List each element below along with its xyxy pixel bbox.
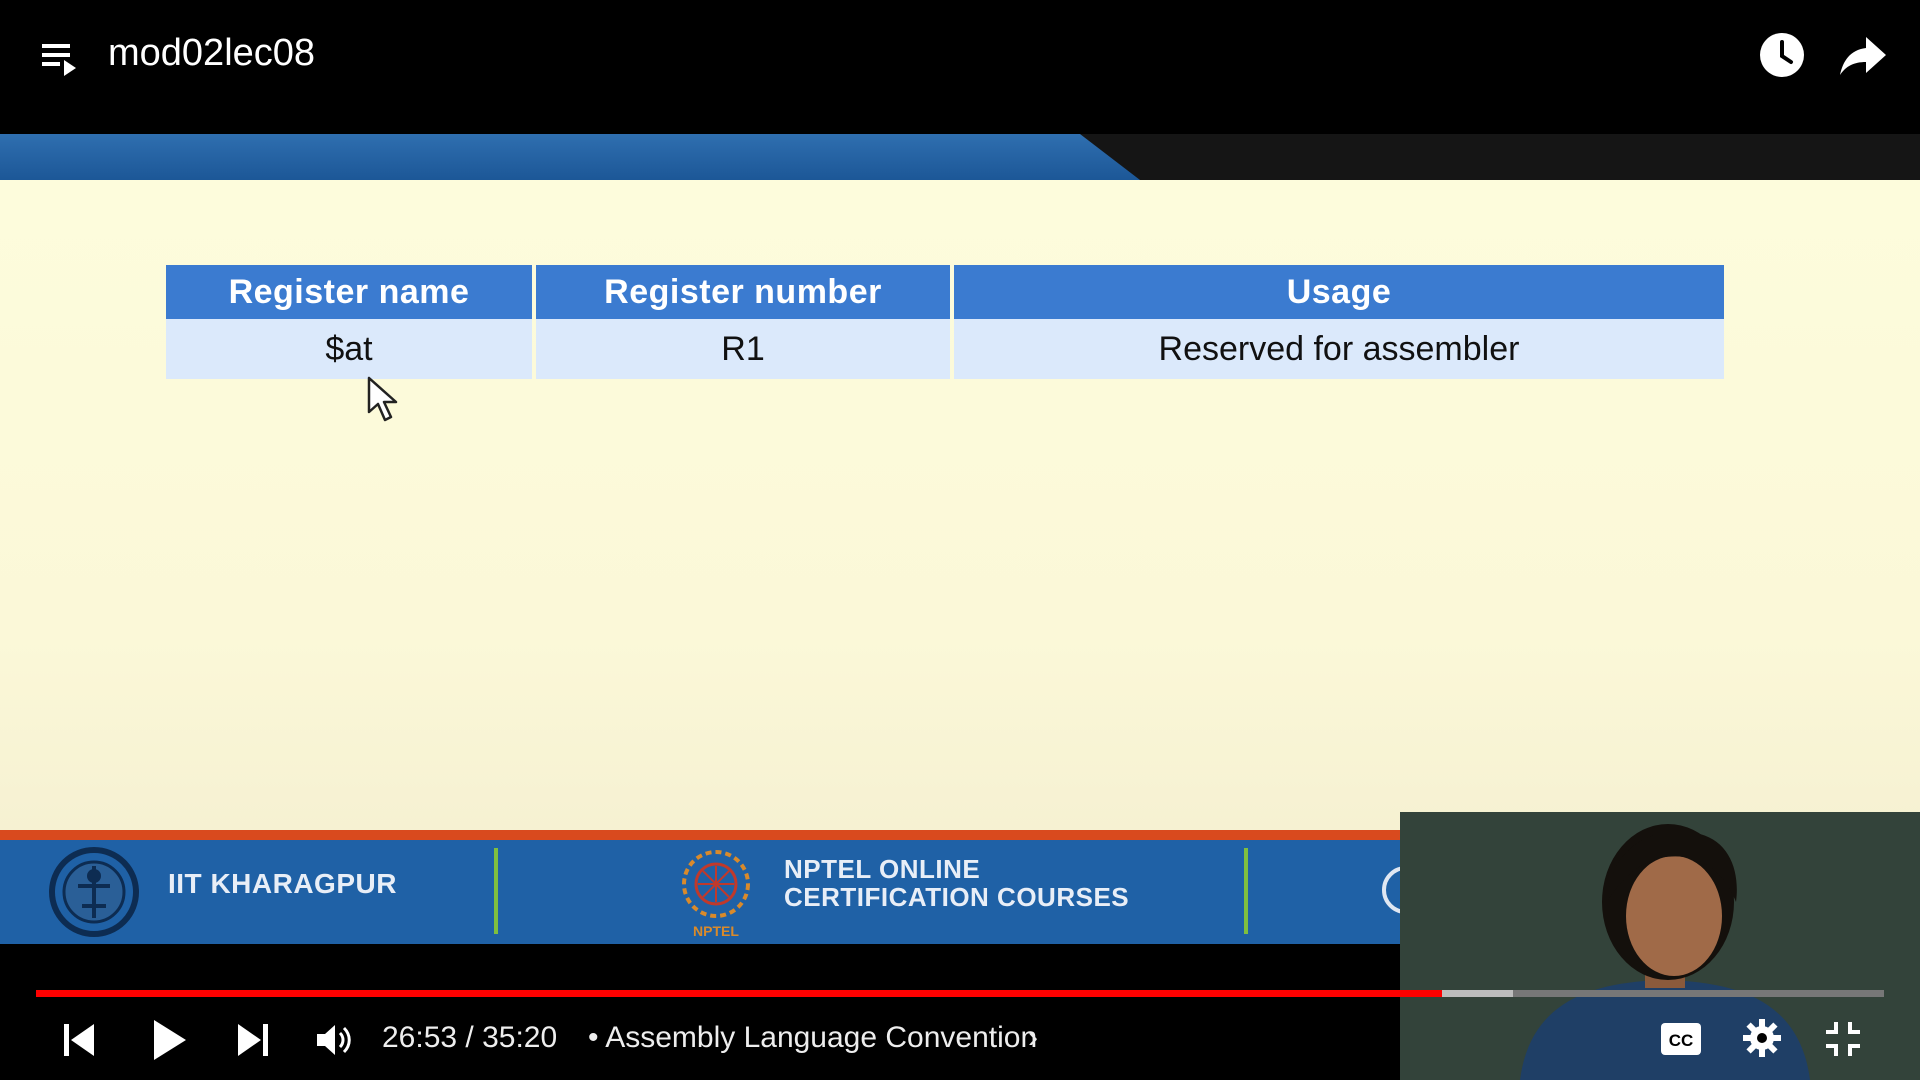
slide-header-bar [0, 134, 1920, 180]
clock-icon[interactable] [1758, 31, 1806, 79]
chapter-title: Assembly Language Convention [605, 1021, 1038, 1054]
footer-divider [494, 848, 498, 934]
chapter-separator: • [588, 1021, 599, 1054]
video-title[interactable]: mod02lec08 [108, 30, 315, 76]
volume-icon[interactable] [314, 1020, 354, 1060]
nptel-title-line2: CERTIFICATION COURSES [784, 882, 1130, 912]
table-row: $at R1 Reserved for assembler [166, 319, 1724, 379]
time-display: 26:53 / 35:20 [382, 1021, 558, 1054]
footer-divider [1244, 848, 1248, 934]
cell-usage: Reserved for assembler [954, 319, 1724, 379]
progress-played [36, 990, 1442, 997]
player-top-bar: mod02lec08 [0, 0, 1920, 130]
svg-text:CC: CC [1669, 1031, 1694, 1050]
table-header-row: Register name Register number Usage [166, 265, 1724, 319]
institute-label: IIT KHARAGPUR [168, 868, 397, 899]
skip-previous-icon[interactable] [62, 1020, 96, 1060]
nptel-logo-icon: NPTEL [682, 850, 750, 939]
skip-next-icon[interactable] [236, 1020, 270, 1060]
iit-kharagpur-logo-icon [49, 847, 139, 937]
column-header-register-name: Register name [166, 265, 532, 319]
exit-fullscreen-icon[interactable] [1824, 1020, 1862, 1058]
column-header-register-number: Register number [536, 265, 950, 319]
progress-bar[interactable] [36, 990, 1884, 997]
chapter-title-button[interactable]: • Assembly Language Convention [588, 1018, 1037, 1058]
playlist-icon[interactable] [40, 38, 80, 78]
play-icon[interactable] [150, 1018, 188, 1062]
column-header-usage: Usage [954, 265, 1724, 319]
cell-register-number: R1 [536, 319, 950, 379]
share-arrow-icon[interactable] [1838, 33, 1888, 79]
nptel-title-line1: NPTEL ONLINE [784, 854, 981, 884]
svg-text:NPTEL: NPTEL [693, 923, 739, 939]
cc-icon[interactable]: CC [1660, 1022, 1702, 1056]
register-table: Register name Register number Usage $at … [162, 265, 1728, 379]
chevron-right-icon[interactable]: › [1028, 1018, 1038, 1058]
gear-icon[interactable] [1742, 1018, 1782, 1058]
mouse-cursor-icon [367, 376, 398, 422]
slide-body: Register name Register number Usage $at … [0, 180, 1920, 830]
slide-header-blue-band [0, 134, 1140, 180]
cell-register-name: $at [166, 319, 532, 379]
